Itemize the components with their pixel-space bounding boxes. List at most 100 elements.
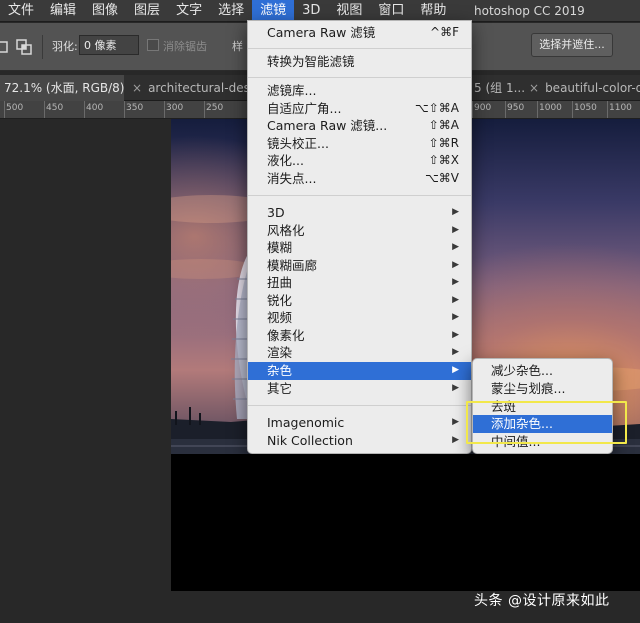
selection-mode-icon[interactable]: [0, 37, 14, 57]
ruler-tick: [537, 101, 538, 118]
menu-view[interactable]: 视图: [328, 0, 370, 22]
menu-select[interactable]: 选择: [210, 0, 252, 22]
options-divider: [42, 35, 43, 59]
menu-help[interactable]: 帮助: [412, 0, 454, 22]
menu-item-shortcut: ⇧⌘X: [428, 153, 459, 167]
menu-separator: [248, 48, 471, 49]
menu-filter[interactable]: 滤镜: [252, 0, 295, 22]
menu-item-label: 滤镜库...: [267, 83, 317, 98]
menu-item-label: 液化...: [267, 153, 304, 168]
menu-item-label: 视频: [267, 310, 293, 325]
ruler-tick: [4, 101, 5, 118]
menu-item-shortcut: ⌥⇧⌘A: [414, 100, 459, 115]
menu-separator: [248, 77, 471, 78]
feather-label: 羽化:: [52, 40, 78, 53]
antialias-label: 消除锯齿: [163, 40, 207, 53]
ruler-tick: [505, 101, 506, 118]
ruler-tick: [607, 101, 608, 118]
feather-input[interactable]: [79, 35, 139, 55]
tab-label: architectural-desig: [148, 81, 249, 95]
menu-item-imagenomic[interactable]: Imagenomic ▶: [248, 414, 471, 432]
menu-item-nik-collection[interactable]: Nik Collection ▶: [248, 432, 471, 450]
antialias-checkbox[interactable]: [147, 39, 159, 51]
menu-item-pixelate[interactable]: 像素化 ▶: [248, 327, 471, 345]
ruler-tick: [124, 101, 125, 118]
ruler-label: 350: [126, 103, 144, 113]
menu-item-lens-correction[interactable]: 镜头校正... ⇧⌘R: [248, 135, 471, 153]
tab-architectural-design[interactable]: × architectural-desig: [128, 75, 249, 101]
menu-item-sharpen[interactable]: 锐化 ▶: [248, 292, 471, 310]
tab-active-document[interactable]: 72.1% (水面, RGB/8) *: [0, 75, 124, 101]
menu-item-label: Camera Raw 滤镜: [267, 25, 376, 40]
submenu-arrow-icon: ▶: [452, 365, 459, 375]
ruler-tick: [44, 101, 45, 118]
submenu-arrow-icon: ▶: [452, 207, 459, 217]
menu-item-dust-and-scratches[interactable]: 蒙尘与划痕...: [473, 380, 612, 398]
menu-item-blur-gallery[interactable]: 模糊画廊 ▶: [248, 257, 471, 275]
ruler-label: 400: [86, 103, 104, 113]
ruler-label: 300: [166, 103, 184, 113]
menu-item-adaptive-wide-angle[interactable]: 自适应广角... ⌥⇧⌘A: [248, 100, 471, 118]
menu-item-noise[interactable]: 杂色 ▶: [248, 362, 471, 380]
submenu-arrow-icon: ▶: [452, 259, 459, 270]
menu-layer[interactable]: 图层: [126, 0, 168, 22]
ruler-tick: [204, 101, 205, 118]
menu-file[interactable]: 文件: [0, 0, 42, 22]
submenu-arrow-icon: ▶: [452, 277, 459, 287]
menu-item-label: 像素化: [267, 327, 305, 343]
menu-item-reduce-noise[interactable]: 减少杂色...: [473, 362, 612, 380]
submenu-arrow-icon: ▶: [452, 347, 459, 357]
menu-type[interactable]: 文字: [168, 0, 210, 22]
intersect-selection-icon[interactable]: [14, 37, 34, 57]
style-label: 样: [232, 40, 243, 53]
menu-separator: [248, 195, 471, 196]
menu-item-label: 消失点...: [267, 170, 317, 186]
tab-beautiful-color[interactable]: × beautiful-color-da: [525, 75, 640, 101]
menu-item-distort[interactable]: 扭曲 ▶: [248, 274, 471, 292]
submenu-arrow-icon: ▶: [452, 294, 459, 305]
menu-item-label: 其它: [267, 380, 293, 396]
ruler-tick: [572, 101, 573, 118]
tab-close-icon[interactable]: ×: [132, 81, 142, 95]
tab-label: beautiful-color-da: [545, 81, 640, 95]
menu-item-other[interactable]: 其它 ▶: [248, 380, 471, 398]
submenu-arrow-icon: ▶: [452, 329, 459, 340]
annotation-highlight-box: [466, 401, 627, 444]
menu-item-filter-gallery[interactable]: 滤镜库...: [248, 82, 471, 100]
tab-close-icon[interactable]: ×: [529, 81, 539, 95]
menu-item-video[interactable]: 视频 ▶: [248, 309, 471, 327]
ruler-tick: [472, 101, 473, 118]
menu-item-camera-raw-filter-dialog[interactable]: Camera Raw 滤镜... ⇧⌘A: [248, 117, 471, 135]
app-title: hotoshop CC 2019: [474, 4, 585, 18]
menu-item-label: 锐化: [267, 292, 293, 308]
menu-item-label: 扭曲: [267, 275, 293, 290]
tab-group-document[interactable]: 5 (组 1...: [472, 75, 524, 101]
menu-item-3d[interactable]: 3D ▶: [248, 204, 471, 222]
submenu-arrow-icon: ▶: [452, 242, 459, 252]
menu-edit[interactable]: 编辑: [42, 0, 84, 22]
menu-item-label: Nik Collection: [267, 432, 353, 448]
filter-menu: Camera Raw 滤镜 ^⌘F 转换为智能滤镜 滤镜库... 自适应广角...…: [247, 20, 472, 454]
ruler-label: 250: [206, 103, 224, 113]
submenu-arrow-icon: ▶: [452, 382, 459, 393]
ruler-label: 450: [46, 103, 64, 113]
menu-item-shortcut: ⇧⌘A: [428, 118, 459, 132]
menu-item-shortcut: ^⌘F: [430, 25, 459, 39]
submenu-arrow-icon: ▶: [452, 312, 459, 322]
ruler-label: 500: [6, 103, 24, 113]
menu-item-blur[interactable]: 模糊 ▶: [248, 239, 471, 257]
menu-item-liquify[interactable]: 液化... ⇧⌘X: [248, 152, 471, 170]
menu-item-vanishing-point[interactable]: 消失点... ⌥⌘V: [248, 170, 471, 188]
tab-label: 72.1% (水面, RGB/8) *: [4, 81, 124, 95]
menu-item-camera-raw-filter[interactable]: Camera Raw 滤镜 ^⌘F: [248, 24, 471, 42]
menu-image[interactable]: 图像: [84, 0, 126, 22]
menu-3d[interactable]: 3D: [294, 0, 328, 22]
tab-label: 5 (组 1...: [474, 81, 524, 95]
ruler-tick: [164, 101, 165, 118]
menu-item-render[interactable]: 渲染 ▶: [248, 344, 471, 362]
submenu-arrow-icon: ▶: [452, 224, 459, 235]
select-and-mask-button[interactable]: 选择并遮住...: [531, 33, 613, 57]
menu-item-stylize[interactable]: 风格化 ▶: [248, 222, 471, 240]
menu-window[interactable]: 窗口: [370, 0, 412, 22]
menu-item-convert-smart-filter[interactable]: 转换为智能滤镜: [248, 53, 471, 71]
